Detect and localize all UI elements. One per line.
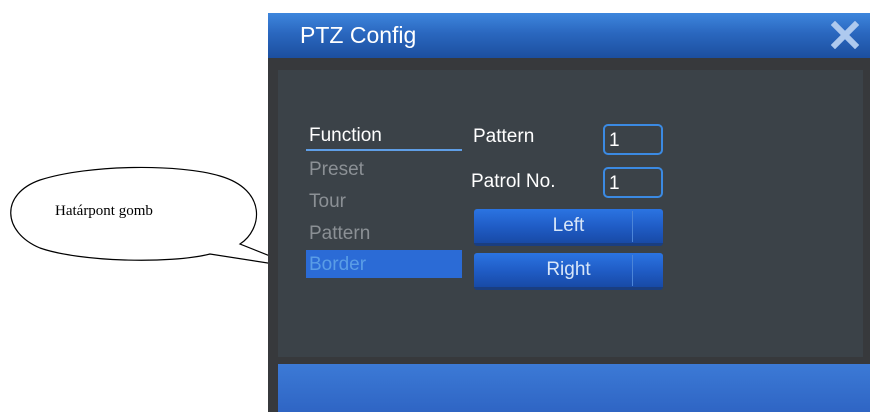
menu-item-tour[interactable]: Tour — [309, 191, 346, 213]
window-title: PTZ Config — [300, 22, 417, 48]
right-button[interactable]: Right — [474, 253, 663, 290]
menu-item-function[interactable]: Function — [309, 125, 382, 147]
menu-item-preset[interactable]: Preset — [309, 159, 364, 181]
callout-label: Határpont gomb — [55, 203, 153, 219]
close-icon[interactable] — [831, 21, 859, 49]
bottom-bar — [278, 364, 870, 412]
left-button-divider — [632, 211, 633, 242]
left-button[interactable]: Left — [474, 209, 663, 246]
menu-active-underline — [306, 149, 462, 151]
patrol-no-label: Patrol No. — [471, 171, 556, 192]
patrol-no-field[interactable]: 1 — [603, 167, 663, 198]
menu-item-border[interactable]: Border — [309, 254, 366, 276]
title-bar: PTZ Config — [268, 13, 870, 58]
pattern-field[interactable]: 1 — [603, 124, 663, 155]
pattern-label: Pattern — [473, 126, 535, 147]
right-button-divider — [632, 255, 633, 286]
menu-item-pattern[interactable]: Pattern — [309, 223, 370, 245]
left-button-label: Left — [552, 215, 585, 236]
right-button-label: Right — [546, 259, 591, 280]
